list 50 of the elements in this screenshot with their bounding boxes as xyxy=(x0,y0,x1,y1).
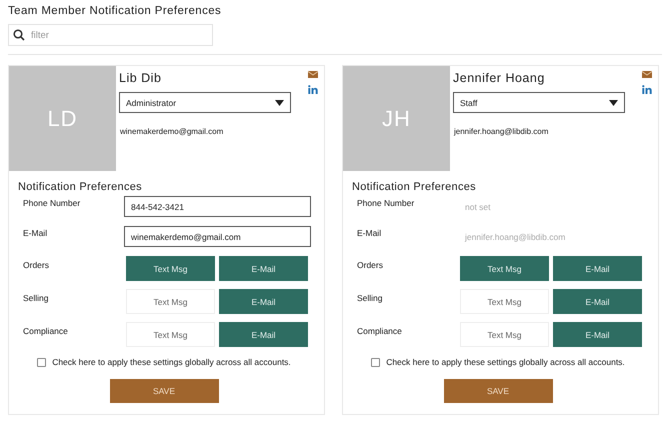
field-value: not set xyxy=(464,201,492,212)
toggle-button[interactable]: Text Msg xyxy=(126,256,215,281)
field-label: Phone Number xyxy=(22,197,82,208)
toggle-button[interactable]: E-Mail xyxy=(219,256,308,281)
field-value: jennifer.hoang@libdib.com xyxy=(464,231,566,242)
category-label: Orders xyxy=(356,259,384,270)
toggle-button[interactable]: E-Mail xyxy=(553,256,642,281)
role-dropdown[interactable]: Staff xyxy=(453,92,625,113)
toggle-button[interactable]: E-Mail xyxy=(553,289,642,314)
toggle-button[interactable]: E-Mail xyxy=(219,322,308,347)
category-label: Orders xyxy=(22,259,50,270)
toggle-button[interactable]: E-Mail xyxy=(219,289,308,314)
toggle-button[interactable]: Text Msg xyxy=(460,322,549,347)
checkbox[interactable] xyxy=(37,358,46,366)
checkbox[interactable] xyxy=(371,358,380,366)
toggle-button[interactable]: Text Msg xyxy=(126,322,215,347)
member-name: Lib Dib xyxy=(119,71,162,87)
envelope-icon[interactable] xyxy=(308,71,318,78)
section-heading: Notification Preferences xyxy=(352,181,477,195)
field-label: E-Mail xyxy=(22,227,48,238)
member-email: jennifer.hoang@libdib.com xyxy=(453,127,550,136)
envelope-icon[interactable] xyxy=(642,71,652,78)
member-name: Jennifer Hoang xyxy=(453,71,546,87)
save-button[interactable]: SAVE xyxy=(110,379,218,403)
linkedin-icon[interactable] xyxy=(642,85,652,94)
caret-icon xyxy=(609,100,618,106)
toggle-button[interactable]: E-Mail xyxy=(553,322,642,347)
avatar-initials: JH xyxy=(382,106,411,132)
section-heading: Notification Preferences xyxy=(18,181,143,195)
caret-icon xyxy=(275,100,284,106)
toggle-button[interactable]: Text Msg xyxy=(460,256,549,281)
page-title: Team Member Notification Preferences xyxy=(8,5,222,19)
member-email: winemakerdemo@gmail.com xyxy=(119,127,224,136)
toggle-button[interactable]: Text Msg xyxy=(460,289,549,314)
search-field[interactable]: filter xyxy=(8,24,213,46)
toggle-button[interactable]: Text Msg xyxy=(126,289,215,314)
category-label: Selling xyxy=(22,292,50,303)
category-label: Compliance xyxy=(22,325,69,336)
linkedin-icon[interactable] xyxy=(308,85,318,94)
field-label: E-Mail xyxy=(356,227,382,238)
category-label: Compliance xyxy=(356,325,403,336)
checkbox-label: Check here to apply these settings globally across all accounts. xyxy=(52,357,291,367)
save-button[interactable]: SAVE xyxy=(444,379,552,403)
checkbox-label: Check here to apply these settings globally across all accounts. xyxy=(386,357,625,367)
category-label: Selling xyxy=(356,292,384,303)
field-label: Phone Number xyxy=(356,197,416,208)
input-field[interactable]: winemakerdemo@gmail.com xyxy=(124,226,311,247)
role-dropdown[interactable]: Administrator xyxy=(119,92,291,113)
avatar-initials: LD xyxy=(47,106,78,132)
input-field[interactable]: 844-542-3421 xyxy=(124,196,311,217)
